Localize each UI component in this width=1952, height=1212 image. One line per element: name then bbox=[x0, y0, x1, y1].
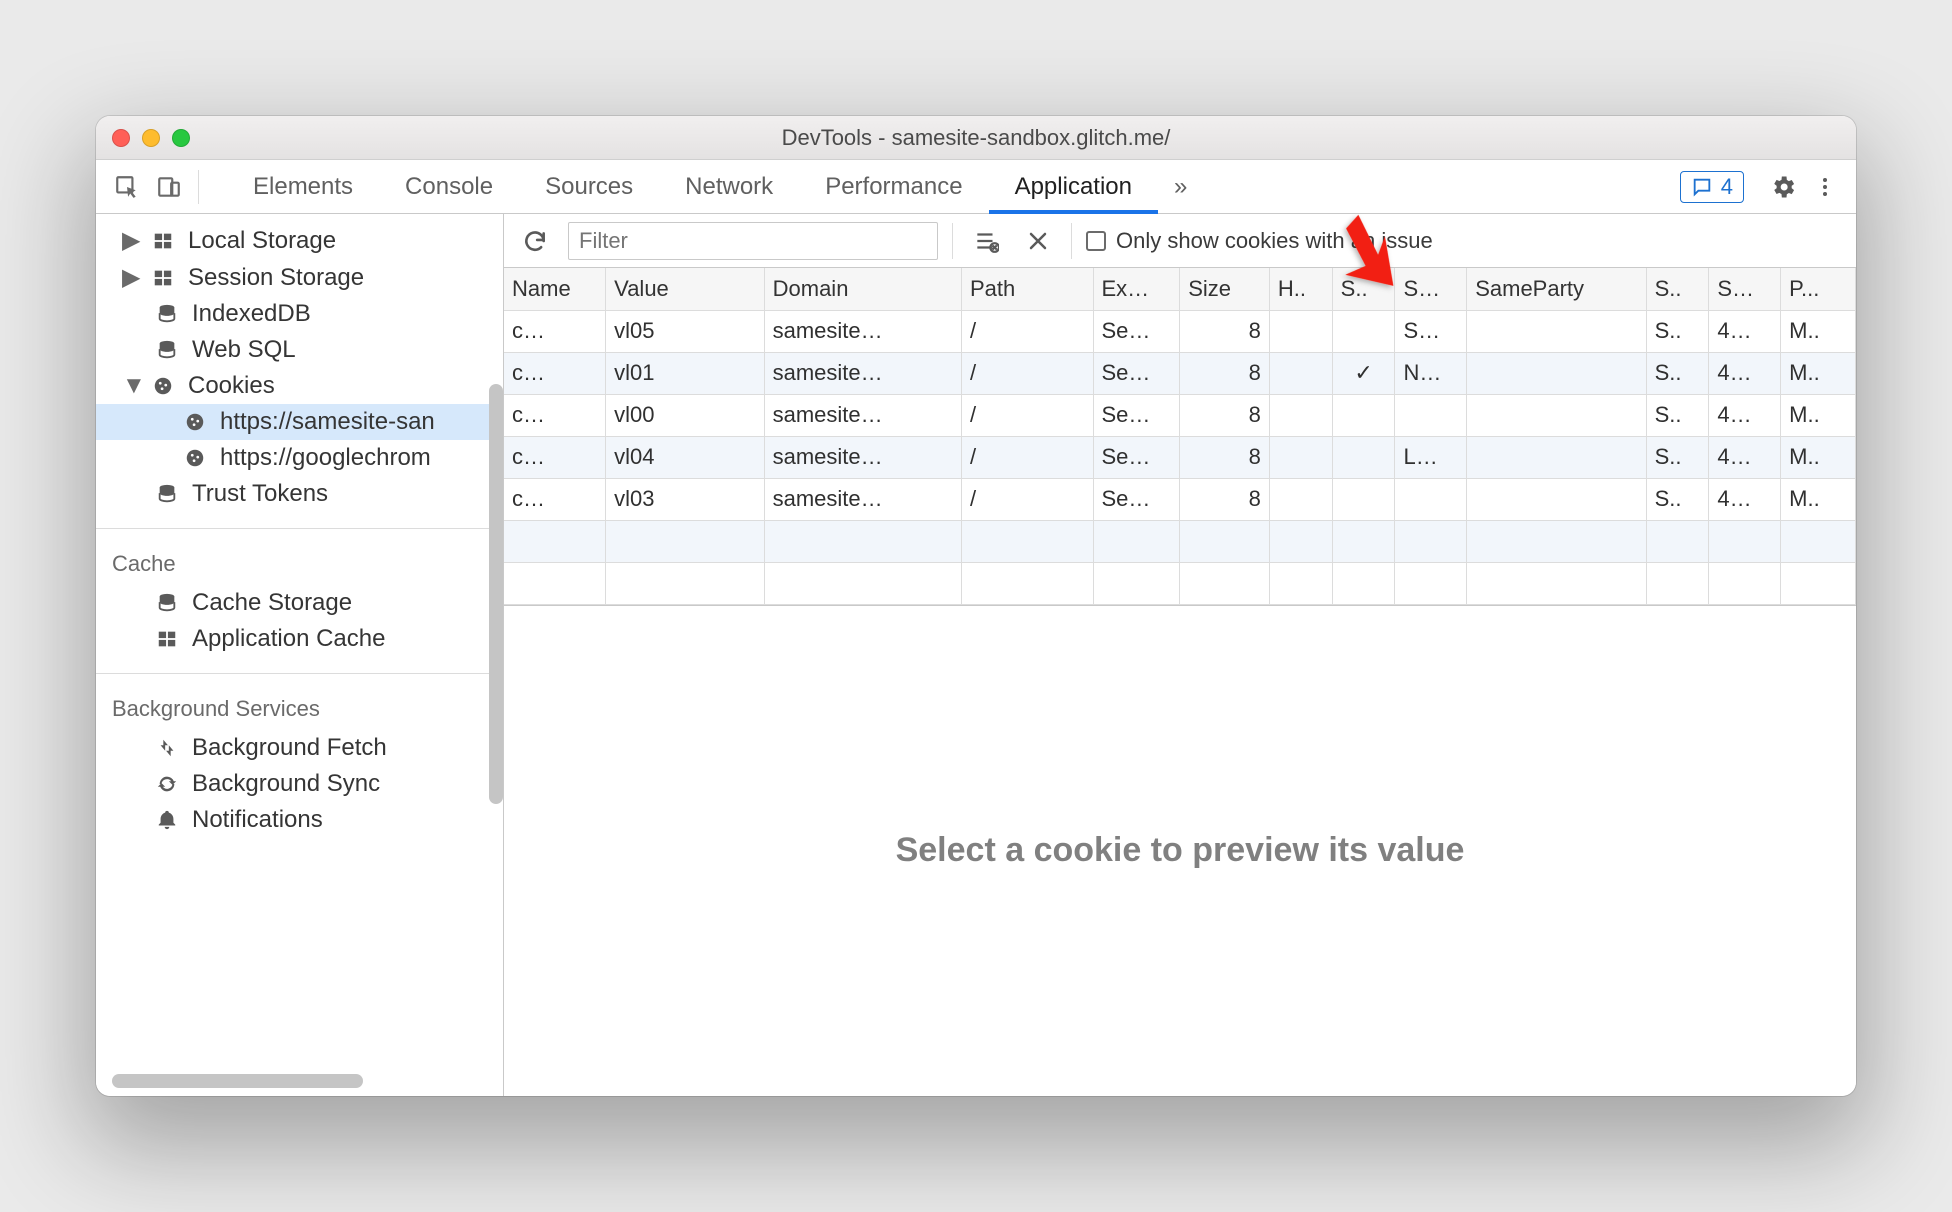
sidebar-horizontal-scrollbar[interactable] bbox=[112, 1074, 363, 1088]
col-header[interactable]: Name bbox=[504, 268, 606, 310]
tab-console[interactable]: Console bbox=[379, 160, 519, 213]
sync-icon bbox=[154, 773, 180, 795]
cache-header: Cache bbox=[96, 545, 503, 585]
database-icon bbox=[154, 592, 180, 614]
only-issues-checkbox[interactable]: Only show cookies with an issue bbox=[1086, 228, 1433, 254]
cookies-panel: Only show cookies with an issue bbox=[504, 214, 1856, 1096]
devtools-tabbar: Elements Console Sources Network Perform… bbox=[96, 160, 1856, 214]
table-header-row: NameValueDomainPathEx…SizeH..S..S…SamePa… bbox=[504, 268, 1856, 310]
zoom-window-button[interactable] bbox=[172, 129, 190, 147]
sidebar-cookie-origin-googlechrome[interactable]: https://googlechrom bbox=[96, 440, 503, 476]
sidebar-item-application-cache[interactable]: Application Cache bbox=[96, 621, 503, 657]
chevron-right-icon: ▶ bbox=[122, 263, 138, 292]
table-row bbox=[504, 562, 1856, 604]
storage-grid-icon bbox=[150, 230, 176, 252]
bell-icon bbox=[154, 809, 180, 831]
col-header[interactable]: P... bbox=[1781, 268, 1856, 310]
background-header: Background Services bbox=[96, 690, 503, 730]
delete-icon[interactable] bbox=[1019, 223, 1057, 259]
issues-badge[interactable]: 4 bbox=[1680, 171, 1744, 203]
inspect-element-icon[interactable] bbox=[106, 174, 148, 200]
tab-performance[interactable]: Performance bbox=[799, 160, 988, 213]
col-header[interactable]: Domain bbox=[764, 268, 961, 310]
cookie-icon bbox=[182, 411, 208, 433]
sidebar-item-indexeddb[interactable]: IndexedDB bbox=[96, 296, 503, 332]
sidebar-item-session-storage[interactable]: ▶ Session Storage bbox=[96, 259, 503, 296]
cookies-table: NameValueDomainPathEx…SizeH..S..S…SamePa… bbox=[504, 268, 1856, 605]
storage-grid-icon bbox=[154, 628, 180, 650]
col-header[interactable]: Ex… bbox=[1093, 268, 1180, 310]
tab-sources[interactable]: Sources bbox=[519, 160, 659, 213]
col-header[interactable]: S… bbox=[1395, 268, 1467, 310]
minimize-window-button[interactable] bbox=[142, 129, 160, 147]
table-row[interactable]: c…vl05samesite…/Se…8S…S..4…M.. bbox=[504, 310, 1856, 352]
sidebar-vertical-scrollbar[interactable] bbox=[489, 384, 503, 804]
table-row bbox=[504, 520, 1856, 562]
device-toolbar-icon[interactable] bbox=[148, 174, 190, 200]
cookie-preview-placeholder: Select a cookie to preview its value bbox=[504, 606, 1856, 1097]
sidebar-item-background-fetch[interactable]: Background Fetch bbox=[96, 730, 503, 766]
storage-grid-icon bbox=[150, 267, 176, 289]
settings-gear-icon[interactable] bbox=[1762, 173, 1804, 201]
storage-section: ▶ Local Storage ▶ Session Storage bbox=[96, 214, 503, 520]
only-issues-label: Only show cookies with an issue bbox=[1116, 228, 1433, 254]
sidebar-item-local-storage[interactable]: ▶ Local Storage bbox=[96, 222, 503, 259]
cookie-icon bbox=[150, 375, 176, 397]
col-header[interactable]: Size bbox=[1180, 268, 1270, 310]
table-row[interactable]: c…vl03samesite…/Se…8S..4…M.. bbox=[504, 478, 1856, 520]
issues-count: 4 bbox=[1721, 174, 1733, 200]
titlebar: DevTools - samesite-sandbox.glitch.me/ bbox=[96, 116, 1856, 160]
col-header[interactable]: Path bbox=[961, 268, 1093, 310]
sidebar-item-cache-storage[interactable]: Cache Storage bbox=[96, 585, 503, 621]
sidebar-item-notifications[interactable]: Notifications bbox=[96, 802, 503, 838]
cookie-icon bbox=[182, 447, 208, 469]
sidebar-item-trust-tokens[interactable]: Trust Tokens bbox=[96, 476, 503, 512]
col-header[interactable]: S.. bbox=[1646, 268, 1709, 310]
clear-all-icon[interactable] bbox=[967, 223, 1005, 259]
tab-network[interactable]: Network bbox=[659, 160, 799, 213]
table-row[interactable]: c…vl00samesite…/Se…8S..4…M.. bbox=[504, 394, 1856, 436]
kebab-menu-icon[interactable] bbox=[1804, 175, 1846, 199]
tab-elements[interactable]: Elements bbox=[227, 160, 379, 213]
database-icon bbox=[154, 303, 180, 325]
col-header[interactable]: S… bbox=[1709, 268, 1781, 310]
database-icon bbox=[154, 483, 180, 505]
tabs-overflow-icon[interactable]: » bbox=[1158, 160, 1203, 213]
tab-application[interactable]: Application bbox=[989, 160, 1158, 213]
table-row[interactable]: c…vl01samesite…/Se…8✓N…S..4…M.. bbox=[504, 352, 1856, 394]
database-icon bbox=[154, 339, 180, 361]
refresh-icon[interactable] bbox=[516, 223, 554, 259]
col-header[interactable]: H.. bbox=[1269, 268, 1332, 310]
window-controls bbox=[112, 129, 190, 147]
cookies-table-wrap: NameValueDomainPathEx…SizeH..S..S…SamePa… bbox=[504, 268, 1856, 606]
table-row[interactable]: c…vl04samesite…/Se…8L…S..4…M.. bbox=[504, 436, 1856, 478]
window-title: DevTools - samesite-sandbox.glitch.me/ bbox=[96, 125, 1856, 151]
col-header[interactable]: Value bbox=[606, 268, 764, 310]
cookies-toolbar: Only show cookies with an issue bbox=[504, 214, 1856, 268]
filter-input[interactable] bbox=[568, 222, 938, 260]
chevron-right-icon: ▶ bbox=[122, 226, 138, 255]
sidebar-item-background-sync[interactable]: Background Sync bbox=[96, 766, 503, 802]
sidebar-item-cookies[interactable]: ▼ Cookies bbox=[96, 368, 503, 404]
sidebar-item-websql[interactable]: Web SQL bbox=[96, 332, 503, 368]
fetch-icon bbox=[154, 737, 180, 759]
background-section: Background Services Background Fetch Bac… bbox=[96, 682, 503, 846]
close-window-button[interactable] bbox=[112, 129, 130, 147]
col-header[interactable]: SameParty bbox=[1467, 268, 1646, 310]
devtools-window: DevTools - samesite-sandbox.glitch.me/ E… bbox=[96, 116, 1856, 1096]
cache-section: Cache Cache Storage Application Cache bbox=[96, 537, 503, 665]
panel-tabs: Elements Console Sources Network Perform… bbox=[227, 160, 1203, 213]
col-header[interactable]: S.. bbox=[1332, 268, 1395, 310]
application-sidebar: ▶ Local Storage ▶ Session Storage bbox=[96, 214, 504, 1096]
chevron-down-icon: ▼ bbox=[122, 372, 138, 400]
sidebar-cookie-origin-samesite[interactable]: https://samesite-san bbox=[96, 404, 503, 440]
